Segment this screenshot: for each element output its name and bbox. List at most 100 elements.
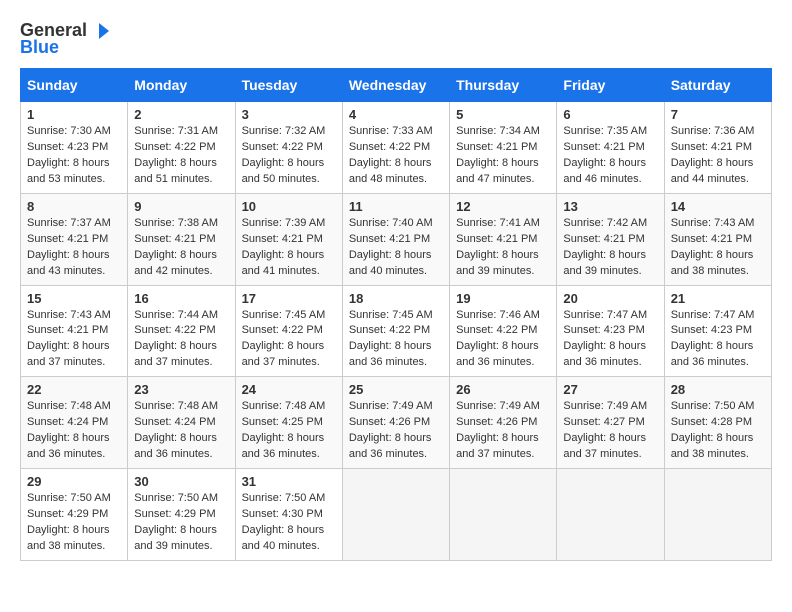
calendar-cell: 6 Sunrise: 7:35 AM Sunset: 4:21 PM Dayli… (557, 102, 664, 194)
day-info: Sunrise: 7:41 AM Sunset: 4:21 PM Dayligh… (456, 216, 550, 280)
day-number: 14 (671, 199, 765, 214)
weekday-header-friday: Friday (557, 69, 664, 102)
calendar-week-2: 8 Sunrise: 7:37 AM Sunset: 4:21 PM Dayli… (21, 193, 772, 285)
day-number: 25 (349, 382, 443, 397)
day-info: Sunrise: 7:35 AM Sunset: 4:21 PM Dayligh… (563, 124, 657, 188)
day-number: 10 (242, 199, 336, 214)
day-number: 17 (242, 291, 336, 306)
day-info: Sunrise: 7:48 AM Sunset: 4:24 PM Dayligh… (134, 399, 228, 463)
calendar-cell: 28 Sunrise: 7:50 AM Sunset: 4:28 PM Dayl… (664, 377, 771, 469)
day-info: Sunrise: 7:30 AM Sunset: 4:23 PM Dayligh… (27, 124, 121, 188)
calendar-cell: 1 Sunrise: 7:30 AM Sunset: 4:23 PM Dayli… (21, 102, 128, 194)
day-info: Sunrise: 7:32 AM Sunset: 4:22 PM Dayligh… (242, 124, 336, 188)
day-info: Sunrise: 7:42 AM Sunset: 4:21 PM Dayligh… (563, 216, 657, 280)
calendar-cell: 12 Sunrise: 7:41 AM Sunset: 4:21 PM Dayl… (450, 193, 557, 285)
day-number: 7 (671, 107, 765, 122)
day-info: Sunrise: 7:33 AM Sunset: 4:22 PM Dayligh… (349, 124, 443, 188)
calendar-cell: 5 Sunrise: 7:34 AM Sunset: 4:21 PM Dayli… (450, 102, 557, 194)
day-number: 4 (349, 107, 443, 122)
calendar-cell: 4 Sunrise: 7:33 AM Sunset: 4:22 PM Dayli… (342, 102, 449, 194)
day-number: 31 (242, 474, 336, 489)
calendar-cell: 26 Sunrise: 7:49 AM Sunset: 4:26 PM Dayl… (450, 377, 557, 469)
day-number: 18 (349, 291, 443, 306)
day-number: 15 (27, 291, 121, 306)
weekday-header-wednesday: Wednesday (342, 69, 449, 102)
day-info: Sunrise: 7:39 AM Sunset: 4:21 PM Dayligh… (242, 216, 336, 280)
day-info: Sunrise: 7:48 AM Sunset: 4:24 PM Dayligh… (27, 399, 121, 463)
calendar-cell: 13 Sunrise: 7:42 AM Sunset: 4:21 PM Dayl… (557, 193, 664, 285)
day-info: Sunrise: 7:34 AM Sunset: 4:21 PM Dayligh… (456, 124, 550, 188)
weekday-header-monday: Monday (128, 69, 235, 102)
calendar-cell: 14 Sunrise: 7:43 AM Sunset: 4:21 PM Dayl… (664, 193, 771, 285)
day-number: 6 (563, 107, 657, 122)
calendar-cell: 27 Sunrise: 7:49 AM Sunset: 4:27 PM Dayl… (557, 377, 664, 469)
logo-bird-icon (89, 21, 109, 41)
day-info: Sunrise: 7:50 AM Sunset: 4:30 PM Dayligh… (242, 491, 336, 555)
day-number: 2 (134, 107, 228, 122)
day-number: 23 (134, 382, 228, 397)
logo: General Blue (20, 20, 109, 58)
calendar-cell: 23 Sunrise: 7:48 AM Sunset: 4:24 PM Dayl… (128, 377, 235, 469)
calendar-cell: 2 Sunrise: 7:31 AM Sunset: 4:22 PM Dayli… (128, 102, 235, 194)
calendar-cell: 30 Sunrise: 7:50 AM Sunset: 4:29 PM Dayl… (128, 469, 235, 561)
calendar-cell: 10 Sunrise: 7:39 AM Sunset: 4:21 PM Dayl… (235, 193, 342, 285)
calendar-cell: 11 Sunrise: 7:40 AM Sunset: 4:21 PM Dayl… (342, 193, 449, 285)
day-info: Sunrise: 7:46 AM Sunset: 4:22 PM Dayligh… (456, 308, 550, 372)
calendar-cell (342, 469, 449, 561)
day-info: Sunrise: 7:45 AM Sunset: 4:22 PM Dayligh… (349, 308, 443, 372)
day-info: Sunrise: 7:50 AM Sunset: 4:29 PM Dayligh… (27, 491, 121, 555)
day-info: Sunrise: 7:44 AM Sunset: 4:22 PM Dayligh… (134, 308, 228, 372)
day-info: Sunrise: 7:49 AM Sunset: 4:26 PM Dayligh… (456, 399, 550, 463)
day-number: 22 (27, 382, 121, 397)
day-number: 13 (563, 199, 657, 214)
day-info: Sunrise: 7:49 AM Sunset: 4:26 PM Dayligh… (349, 399, 443, 463)
page-header: General Blue (20, 20, 772, 58)
calendar-week-3: 15 Sunrise: 7:43 AM Sunset: 4:21 PM Dayl… (21, 285, 772, 377)
day-number: 12 (456, 199, 550, 214)
day-info: Sunrise: 7:50 AM Sunset: 4:28 PM Dayligh… (671, 399, 765, 463)
weekday-header-tuesday: Tuesday (235, 69, 342, 102)
calendar-cell: 31 Sunrise: 7:50 AM Sunset: 4:30 PM Dayl… (235, 469, 342, 561)
calendar-cell: 22 Sunrise: 7:48 AM Sunset: 4:24 PM Dayl… (21, 377, 128, 469)
weekday-header-thursday: Thursday (450, 69, 557, 102)
logo-blue: Blue (20, 37, 59, 58)
calendar-cell: 8 Sunrise: 7:37 AM Sunset: 4:21 PM Dayli… (21, 193, 128, 285)
calendar-cell: 20 Sunrise: 7:47 AM Sunset: 4:23 PM Dayl… (557, 285, 664, 377)
day-info: Sunrise: 7:37 AM Sunset: 4:21 PM Dayligh… (27, 216, 121, 280)
calendar-cell: 16 Sunrise: 7:44 AM Sunset: 4:22 PM Dayl… (128, 285, 235, 377)
calendar-cell (450, 469, 557, 561)
day-number: 21 (671, 291, 765, 306)
day-info: Sunrise: 7:36 AM Sunset: 4:21 PM Dayligh… (671, 124, 765, 188)
day-number: 24 (242, 382, 336, 397)
calendar-cell: 25 Sunrise: 7:49 AM Sunset: 4:26 PM Dayl… (342, 377, 449, 469)
day-number: 30 (134, 474, 228, 489)
day-number: 28 (671, 382, 765, 397)
day-info: Sunrise: 7:43 AM Sunset: 4:21 PM Dayligh… (671, 216, 765, 280)
day-info: Sunrise: 7:38 AM Sunset: 4:21 PM Dayligh… (134, 216, 228, 280)
day-number: 29 (27, 474, 121, 489)
weekday-header-saturday: Saturday (664, 69, 771, 102)
day-info: Sunrise: 7:48 AM Sunset: 4:25 PM Dayligh… (242, 399, 336, 463)
day-info: Sunrise: 7:45 AM Sunset: 4:22 PM Dayligh… (242, 308, 336, 372)
day-number: 20 (563, 291, 657, 306)
day-info: Sunrise: 7:47 AM Sunset: 4:23 PM Dayligh… (671, 308, 765, 372)
day-info: Sunrise: 7:43 AM Sunset: 4:21 PM Dayligh… (27, 308, 121, 372)
day-number: 1 (27, 107, 121, 122)
calendar-table: SundayMondayTuesdayWednesdayThursdayFrid… (20, 68, 772, 561)
day-info: Sunrise: 7:47 AM Sunset: 4:23 PM Dayligh… (563, 308, 657, 372)
calendar-cell (557, 469, 664, 561)
calendar-cell: 17 Sunrise: 7:45 AM Sunset: 4:22 PM Dayl… (235, 285, 342, 377)
day-number: 8 (27, 199, 121, 214)
calendar-week-5: 29 Sunrise: 7:50 AM Sunset: 4:29 PM Dayl… (21, 469, 772, 561)
day-number: 3 (242, 107, 336, 122)
calendar-cell: 9 Sunrise: 7:38 AM Sunset: 4:21 PM Dayli… (128, 193, 235, 285)
weekday-header-sunday: Sunday (21, 69, 128, 102)
weekday-header-row: SundayMondayTuesdayWednesdayThursdayFrid… (21, 69, 772, 102)
calendar-cell: 7 Sunrise: 7:36 AM Sunset: 4:21 PM Dayli… (664, 102, 771, 194)
day-number: 11 (349, 199, 443, 214)
calendar-cell: 3 Sunrise: 7:32 AM Sunset: 4:22 PM Dayli… (235, 102, 342, 194)
day-number: 9 (134, 199, 228, 214)
calendar-cell: 29 Sunrise: 7:50 AM Sunset: 4:29 PM Dayl… (21, 469, 128, 561)
day-number: 27 (563, 382, 657, 397)
day-number: 19 (456, 291, 550, 306)
